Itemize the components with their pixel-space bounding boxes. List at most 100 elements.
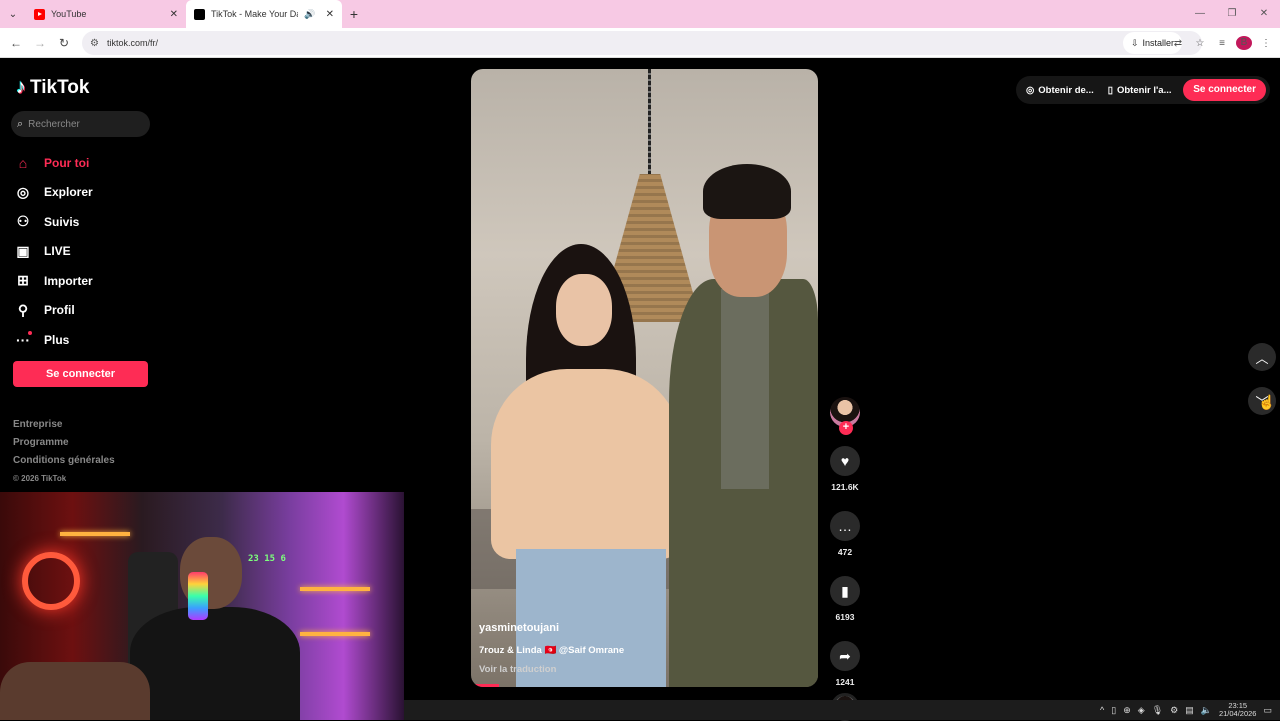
get-coins-button[interactable]: ◎ Obtenir de... bbox=[1026, 85, 1094, 96]
footer-link-terms[interactable]: Conditions générales bbox=[13, 452, 115, 470]
tray-app-icon[interactable]: ⊕ bbox=[1123, 705, 1131, 716]
reload-icon[interactable]: ↻ bbox=[52, 36, 76, 50]
compass-icon: ◎ bbox=[16, 183, 30, 200]
sidebar-item-label: Suivis bbox=[44, 214, 80, 229]
rgb-bottle bbox=[188, 572, 208, 620]
share-count: 1241 bbox=[835, 677, 855, 687]
coin-icon: ◎ bbox=[1026, 84, 1035, 96]
get-coins-label: Obtenir de... bbox=[1038, 84, 1094, 96]
install-icon: ⇩ bbox=[1130, 37, 1139, 48]
tray-app-icon[interactable]: ◈ bbox=[1138, 705, 1145, 716]
search-input[interactable]: ⌕ Rechercher bbox=[11, 111, 150, 137]
tiktok-note-icon: ♪ bbox=[16, 76, 26, 98]
tab-youtube[interactable]: YouTube ✕ bbox=[26, 0, 186, 28]
tab-title: TikTok - Make Your Day bbox=[211, 9, 299, 19]
settings-icon[interactable]: ⚙ bbox=[1170, 705, 1178, 716]
footer-link-company[interactable]: Entreprise bbox=[13, 416, 115, 434]
follow-plus-icon[interactable]: + bbox=[839, 421, 853, 435]
tray-expand-icon[interactable]: ^ bbox=[1100, 705, 1104, 715]
previous-video-chevron-up-icon[interactable]: ︿ bbox=[1248, 343, 1276, 371]
notifications-icon[interactable]: ▭ bbox=[1263, 705, 1272, 716]
led-shelf bbox=[300, 632, 370, 636]
sidebar-item-label: LIVE bbox=[44, 244, 71, 259]
get-app-label: Obtenir l'a... bbox=[1116, 84, 1172, 96]
bookmark-star-icon[interactable]: ☆ bbox=[1192, 38, 1208, 49]
network-icon[interactable]: ▤ bbox=[1185, 705, 1194, 716]
clock[interactable]: 23:15 21/04/2026 bbox=[1219, 702, 1257, 718]
url-field[interactable]: ⚙ tiktok.com/fr/ bbox=[82, 31, 1202, 55]
forward-icon[interactable]: → bbox=[28, 36, 52, 50]
hand-cursor-icon: ☝ bbox=[1258, 394, 1276, 410]
like-count: 121.6K bbox=[831, 482, 859, 492]
speaker-icon[interactable]: 🔊 bbox=[304, 9, 315, 20]
following-icon: ⚇ bbox=[16, 213, 30, 230]
menu-icon[interactable]: ⋮ bbox=[1258, 38, 1274, 49]
profile-icon: ⚲ bbox=[17, 301, 29, 318]
tab-title: YouTube bbox=[51, 9, 87, 19]
sidebar-item-following[interactable]: ⚇ Suivis bbox=[14, 207, 164, 237]
tray-app-icon[interactable]: ▯ bbox=[1111, 705, 1116, 716]
lamp-chain bbox=[648, 69, 651, 179]
heart-icon[interactable]: ♥ bbox=[830, 446, 860, 476]
get-app-button[interactable]: ▯ Obtenir l'a... bbox=[1108, 85, 1172, 96]
webcam-overlay: 23 15 6 bbox=[0, 492, 404, 720]
volume-icon[interactable]: 🔈 bbox=[1201, 705, 1212, 716]
profile-avatar[interactable]: B bbox=[1236, 36, 1252, 50]
live-icon: ▣ bbox=[16, 242, 30, 259]
top-actions: ◎ Obtenir de... ▯ Obtenir l'a... Se conn… bbox=[1016, 76, 1270, 104]
new-tab-button[interactable]: + bbox=[342, 6, 366, 22]
translate-link[interactable]: Voir la traduction bbox=[479, 664, 556, 675]
site-info-icon[interactable]: ⚙ bbox=[90, 38, 99, 49]
toolbar-icons: ⇄ ☆ ≡ B ⋮ bbox=[1170, 28, 1280, 58]
clock-date: 21/04/2026 bbox=[1218, 709, 1257, 718]
sidebar-item-label: Pour toi bbox=[44, 155, 90, 170]
video-progress-bar[interactable] bbox=[471, 684, 499, 687]
copyright-text: © 2026 TikTok bbox=[13, 474, 67, 483]
led-shelf bbox=[300, 587, 370, 591]
logo-text: TikTok bbox=[30, 76, 90, 98]
window-controls: — ❐ ✕ bbox=[1184, 0, 1280, 28]
led-clock: 23 15 6 bbox=[248, 554, 286, 564]
streamer-arm bbox=[0, 662, 150, 720]
sidebar-item-more[interactable]: ··· Plus bbox=[14, 325, 164, 355]
sidebar-item-live[interactable]: ▣ LIVE bbox=[14, 237, 164, 267]
tab-tiktok[interactable]: TikTok - Make Your Day 🔊 ✕ bbox=[186, 0, 342, 28]
bookmark-icon[interactable]: ▮ bbox=[830, 576, 860, 606]
top-login-button[interactable]: Se connecter bbox=[1183, 79, 1266, 101]
sidebar-login-button[interactable]: Se connecter bbox=[13, 361, 148, 387]
sidebar-item-profile[interactable]: ⚲ Profil bbox=[14, 296, 164, 326]
sidebar-item-explore[interactable]: ◎ Explorer bbox=[14, 178, 164, 208]
creator-avatar[interactable]: + bbox=[830, 397, 860, 435]
sidebar-footer: Entreprise Programme Conditions générale… bbox=[13, 416, 115, 488]
save-count: 6193 bbox=[835, 612, 855, 622]
footer-link-program[interactable]: Programme bbox=[13, 434, 115, 452]
restore-icon[interactable]: ❐ bbox=[1216, 0, 1248, 28]
tiktok-icon bbox=[194, 8, 205, 20]
tab-search-icon[interactable]: ⌄ bbox=[0, 0, 26, 28]
reading-list-icon[interactable]: ≡ bbox=[1214, 38, 1230, 49]
man-shirt bbox=[721, 289, 769, 489]
microphone-icon[interactable]: 🎙 bbox=[1152, 705, 1163, 716]
tiktok-logo[interactable]: ♪ TikTok bbox=[16, 76, 89, 99]
minimize-icon[interactable]: — bbox=[1184, 0, 1216, 28]
led-shelf bbox=[60, 532, 130, 536]
video-player[interactable]: yasminetoujani 7rouz & Linda 🇹🇳 @Saif Om… bbox=[471, 69, 818, 687]
video-username[interactable]: yasminetoujani bbox=[479, 622, 559, 634]
sidebar-item-upload[interactable]: ⊞ Importer bbox=[14, 266, 164, 296]
youtube-icon bbox=[34, 8, 45, 20]
share-action: ➦ 1241 bbox=[828, 641, 862, 687]
close-window-icon[interactable]: ✕ bbox=[1248, 0, 1280, 28]
back-icon[interactable]: ← bbox=[4, 36, 28, 50]
ring-light bbox=[22, 552, 80, 610]
share-icon[interactable]: ➦ bbox=[830, 641, 860, 671]
close-icon[interactable]: ✕ bbox=[326, 9, 334, 20]
sidebar-item-for-you[interactable]: ⌂ Pour toi bbox=[14, 148, 164, 178]
close-icon[interactable]: ✕ bbox=[170, 9, 178, 20]
comment-count: 472 bbox=[837, 547, 853, 557]
phone-icon: ▯ bbox=[1107, 84, 1113, 96]
save-action: ▮ 6193 bbox=[828, 576, 862, 622]
translate-icon[interactable]: ⇄ bbox=[1170, 38, 1186, 49]
home-icon: ⌂ bbox=[18, 154, 28, 171]
streamer-body bbox=[130, 607, 300, 720]
comment-icon[interactable]: … bbox=[830, 511, 860, 541]
